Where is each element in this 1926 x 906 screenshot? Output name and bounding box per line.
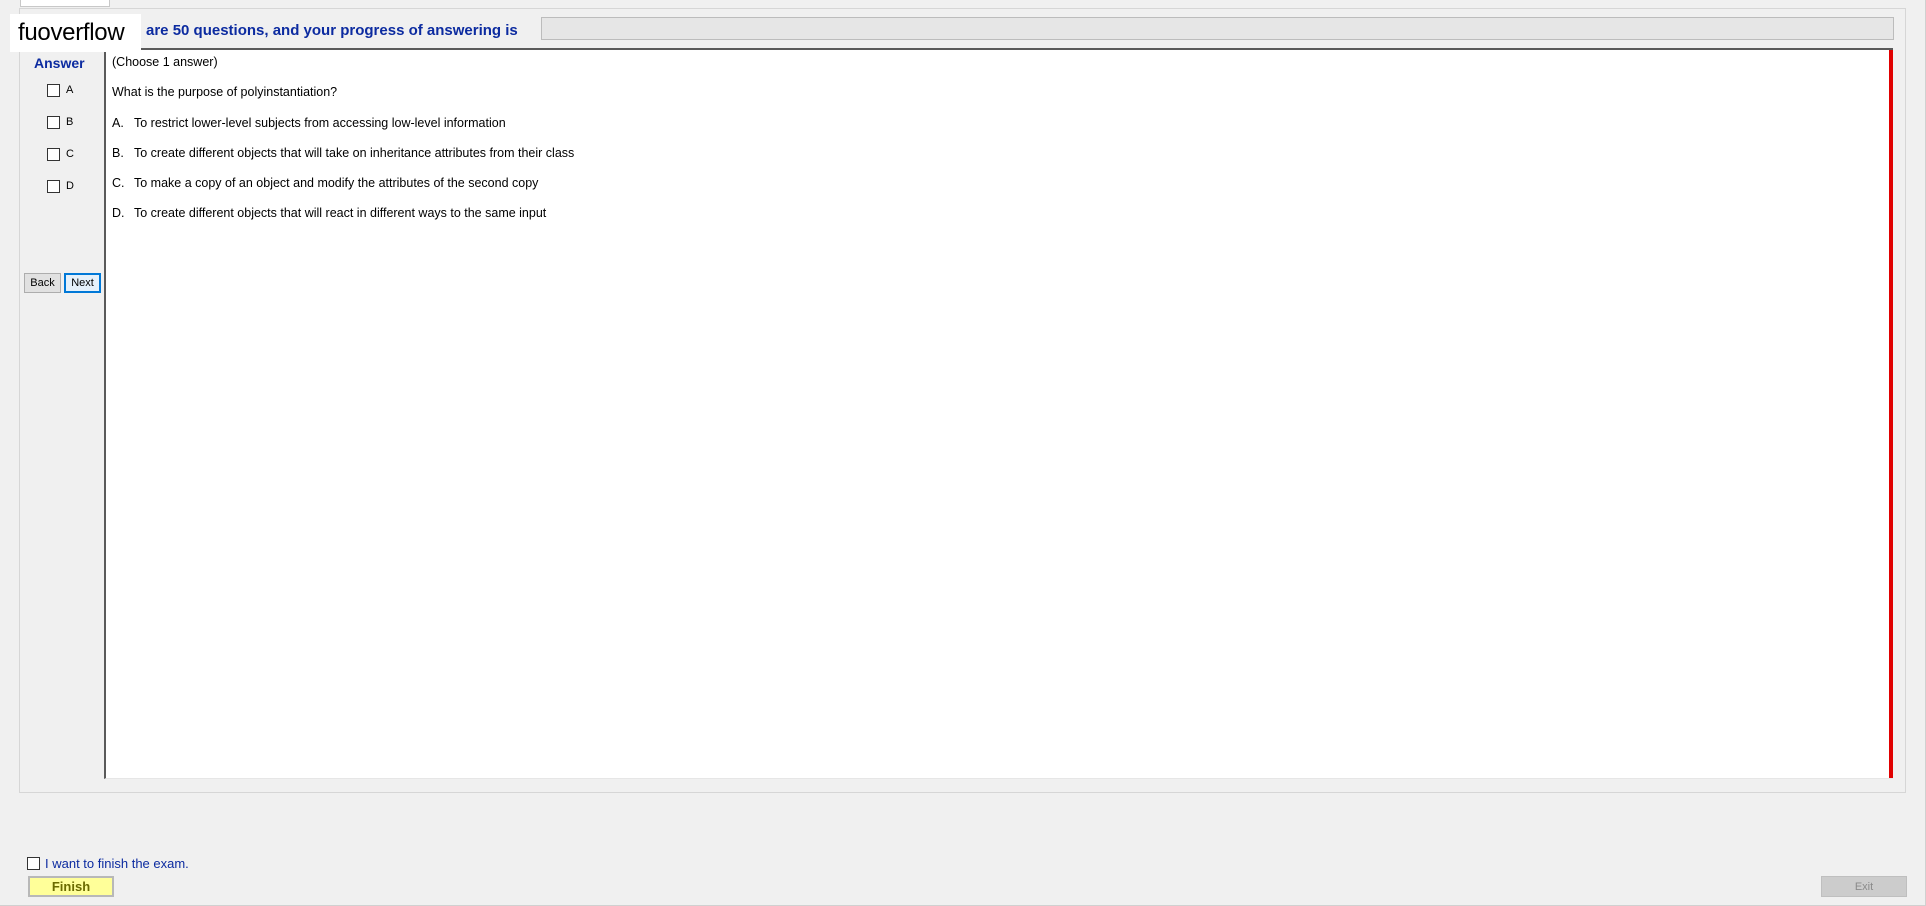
answer-option-a[interactable]: A	[47, 82, 73, 98]
top-tab[interactable]	[20, 0, 110, 7]
scroll-marker	[1889, 50, 1893, 778]
finish-exam-checkbox-box[interactable]	[27, 857, 40, 870]
answer-option-label: B	[66, 116, 74, 128]
answer-option-label: C	[66, 148, 74, 160]
question-option-c: C. To make a copy of an object and modify…	[112, 176, 538, 190]
finish-exam-checkbox-label: I want to finish the exam.	[45, 856, 189, 871]
answer-checkbox-b[interactable]	[47, 115, 60, 129]
question-instruction: (Choose 1 answer)	[112, 55, 218, 69]
question-option-letter: C.	[112, 176, 125, 190]
question-option-a: A. To restrict lower-level subjects from …	[112, 116, 506, 130]
answer-option-b[interactable]: B	[47, 114, 73, 130]
answer-checkbox-a[interactable]	[47, 83, 60, 97]
question-option-letter: B.	[112, 146, 124, 160]
exam-window: fuoverflow are 50 questions, and your pr…	[0, 0, 1926, 906]
finish-button[interactable]: Finish	[28, 876, 114, 897]
answer-option-c[interactable]: C	[47, 146, 74, 162]
exit-button[interactable]: Exit	[1821, 876, 1907, 897]
answer-option-label: D	[66, 180, 74, 192]
answer-option-label: A	[66, 84, 74, 96]
logo-watermark: fuoverflow	[10, 14, 141, 52]
answer-checkbox-c[interactable]	[47, 147, 60, 161]
progress-bar	[541, 17, 1894, 40]
answer-option-d[interactable]: D	[47, 178, 74, 194]
question-text: What is the purpose of polyinstantiation…	[112, 85, 338, 99]
question-option-letter: D.	[112, 206, 125, 220]
question-option-d: D. To create different objects that will …	[112, 206, 546, 220]
question-option-b: B. To create different objects that will …	[112, 146, 574, 160]
answer-checkbox-d[interactable]	[47, 179, 60, 193]
answer-heading: Answer	[34, 55, 85, 71]
finish-exam-checkbox[interactable]: I want to finish the exam.	[27, 856, 189, 871]
question-option-text: To create different objects that will re…	[134, 206, 547, 220]
progress-caption: are 50 questions, and your progress of a…	[146, 22, 518, 39]
question-option-text: To create different objects that will ta…	[134, 146, 575, 160]
next-button[interactable]: Next	[64, 273, 101, 293]
question-area: (Choose 1 answer) What is the purpose of…	[104, 48, 1893, 779]
question-option-text: To restrict lower-level subjects from ac…	[134, 116, 506, 130]
back-button[interactable]: Back	[24, 273, 61, 293]
question-option-letter: A.	[112, 116, 124, 130]
question-option-text: To make a copy of an object and modify t…	[134, 176, 539, 190]
